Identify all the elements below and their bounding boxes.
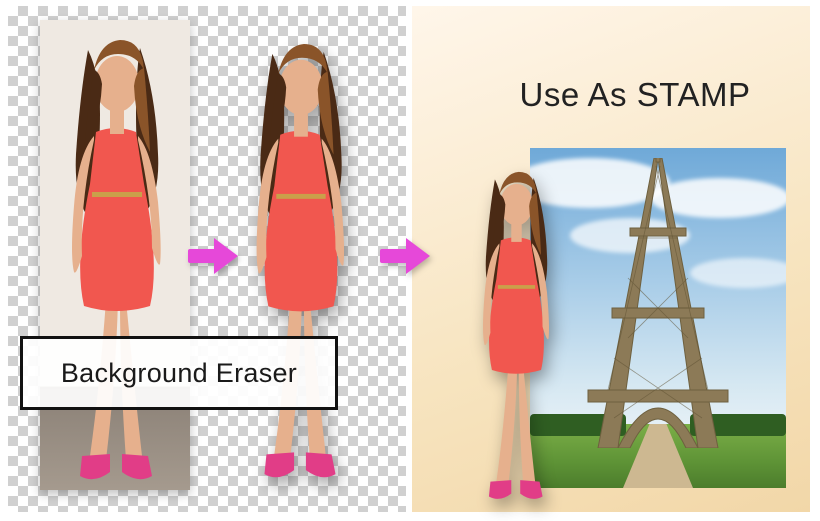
promo-stage: Background Eraser Use As STAMP: [0, 0, 820, 521]
subject-cutout: [225, 28, 373, 484]
subject-original: [40, 24, 190, 486]
eiffel-tower: [558, 158, 758, 448]
feature-title-text: Background Eraser: [61, 358, 297, 389]
arrow-right-icon: [378, 236, 432, 276]
subject-stamped: [456, 160, 574, 504]
feature-title-plaque: Background Eraser: [20, 336, 338, 410]
arrow-right-icon: [186, 236, 240, 276]
stamp-headline: Use As STAMP: [480, 76, 790, 114]
